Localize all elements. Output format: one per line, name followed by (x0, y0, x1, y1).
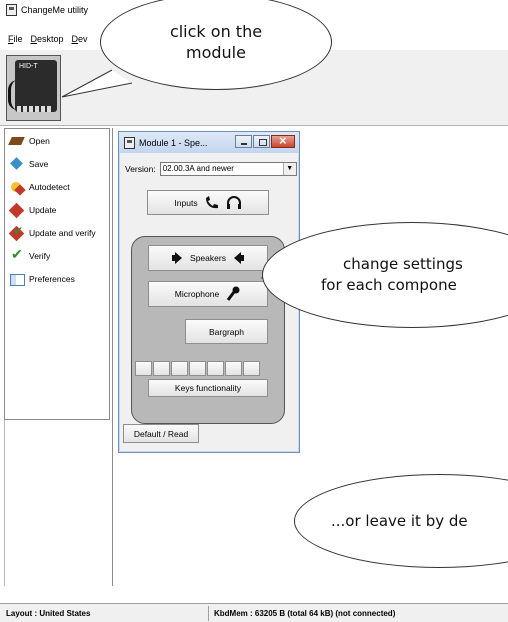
status-layout: Layout : United States (6, 608, 91, 618)
status-memory: KbdMem : 63205 B (total 64 kB) (not conn… (214, 608, 396, 618)
app-window: ChangeMe utility File Desktop Dev HID-T … (0, 0, 508, 622)
callout-line: change settings (343, 255, 463, 273)
status-bar: Layout : United States KbdMem : 63205 B … (0, 603, 508, 622)
callout-line: for each compone (321, 276, 457, 294)
status-separator (208, 606, 209, 621)
